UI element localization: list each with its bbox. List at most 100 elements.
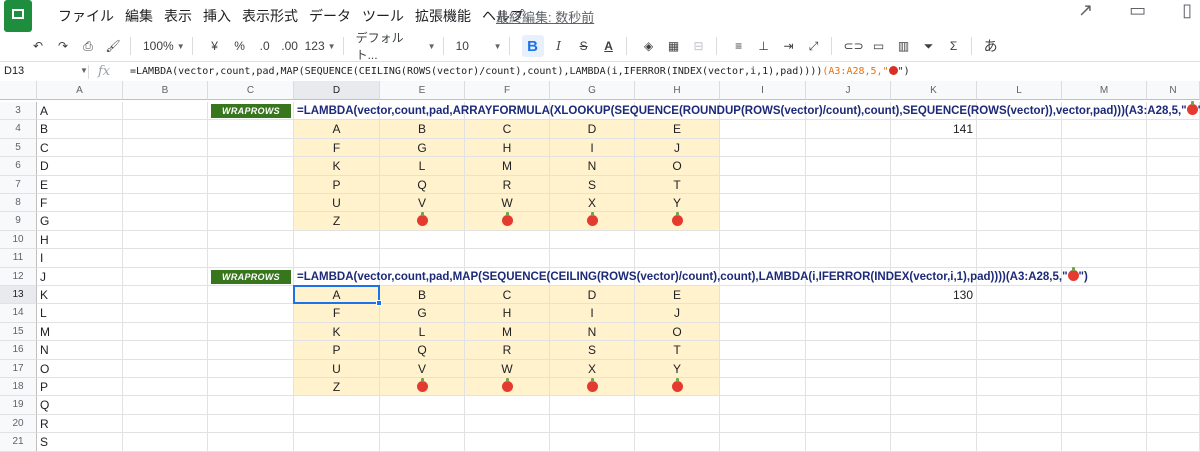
output-cell[interactable]	[635, 212, 720, 231]
font-size-select[interactable]: 10 ▼	[456, 35, 502, 57]
sheet-cell[interactable]	[208, 322, 294, 342]
sheet-cell[interactable]	[806, 212, 891, 231]
output-cell[interactable]: F	[294, 138, 380, 158]
cell-a-value[interactable]: B	[37, 120, 123, 139]
chevron-down-icon[interactable]: ▼	[80, 66, 88, 75]
formula-input[interactable]: =LAMBDA(vector,count,pad,MAP(SEQUENCE(CE…	[130, 66, 910, 77]
sheet-cell[interactable]	[465, 414, 550, 434]
menu-extensions[interactable]: 拡張機能	[415, 6, 471, 28]
output-cell[interactable]: V	[380, 194, 465, 213]
output-cell[interactable]: N	[550, 322, 635, 342]
chart-icon[interactable]: ▥	[894, 35, 914, 57]
cell-a-value[interactable]: S	[37, 433, 123, 452]
output-cell[interactable]	[465, 212, 550, 231]
output-cell[interactable]: P	[294, 341, 380, 360]
sheet-cell[interactable]	[891, 304, 977, 323]
output-cell[interactable]: I	[550, 138, 635, 158]
sheet-cell[interactable]	[806, 194, 891, 213]
sheet-cell[interactable]	[123, 341, 208, 360]
sheet-cell[interactable]	[123, 212, 208, 231]
output-cell[interactable]: B	[380, 120, 465, 139]
sheet-cell[interactable]	[977, 433, 1062, 452]
sheet-cell[interactable]	[635, 396, 720, 415]
text-color-button[interactable]: A	[599, 35, 619, 57]
sheet-cell[interactable]	[123, 120, 208, 139]
sheet-cell[interactable]	[720, 341, 806, 360]
sheet-cell[interactable]	[806, 433, 891, 452]
last-edit-link[interactable]: 最終編集: 数秒前	[496, 7, 594, 26]
sheet-cell[interactable]	[1147, 359, 1200, 378]
output-cell[interactable]: J	[635, 304, 720, 323]
output-cell[interactable]: E	[635, 286, 720, 305]
row-header[interactable]: 19	[0, 396, 37, 415]
column-header[interactable]: F	[465, 81, 550, 100]
sheets-logo[interactable]	[4, 0, 32, 32]
row-header[interactable]: 18	[0, 378, 37, 397]
align-horizontal-icon[interactable]: ≡	[729, 35, 749, 57]
sheet-cell[interactable]	[806, 175, 891, 194]
sheet-cell[interactable]	[977, 341, 1062, 360]
output-cell[interactable]	[550, 212, 635, 231]
output-cell[interactable]: W	[465, 194, 550, 213]
sheet-cell[interactable]	[208, 175, 294, 194]
row-header[interactable]: 16	[0, 341, 37, 360]
sheet-cell[interactable]	[806, 286, 891, 305]
sheet-cell[interactable]	[635, 433, 720, 452]
name-box[interactable]: D13	[4, 65, 74, 77]
sheet-cell[interactable]	[550, 414, 635, 434]
sheet-cell[interactable]	[1062, 212, 1147, 231]
output-cell[interactable]	[550, 378, 635, 397]
output-cell[interactable]: H	[465, 138, 550, 158]
output-cell[interactable]: O	[635, 322, 720, 342]
sheet-cell[interactable]	[977, 212, 1062, 231]
sheet-cell[interactable]	[1062, 359, 1147, 378]
sheet-cell[interactable]	[891, 175, 977, 194]
sheet-cell[interactable]	[720, 249, 806, 268]
sheet-cell[interactable]	[208, 304, 294, 323]
sheet-cell[interactable]	[123, 396, 208, 415]
sheet-cell[interactable]	[977, 249, 1062, 268]
row-header[interactable]: 11	[0, 249, 37, 268]
sheet-cell[interactable]	[550, 396, 635, 415]
link-icon[interactable]: ⊂⊃	[844, 35, 864, 57]
sheet-cell[interactable]	[635, 249, 720, 268]
sheet-cell[interactable]	[977, 120, 1062, 139]
filter-icon[interactable]: ⏷	[919, 35, 939, 57]
sheet-cell[interactable]	[123, 359, 208, 378]
column-header[interactable]: I	[720, 81, 806, 100]
increase-decimal-button[interactable]: .00	[280, 35, 300, 57]
sheet-cell[interactable]	[1147, 341, 1200, 360]
sheet-cell[interactable]	[208, 212, 294, 231]
column-header[interactable]: C	[208, 81, 294, 100]
sheet-cell[interactable]	[977, 175, 1062, 194]
sheet-cell[interactable]	[891, 414, 977, 434]
comments-icon[interactable]: ▭	[1129, 0, 1146, 20]
sheet-cell[interactable]	[806, 359, 891, 378]
row-header[interactable]: 10	[0, 230, 37, 250]
sheet-cell[interactable]	[123, 194, 208, 213]
output-cell[interactable]: O	[635, 157, 720, 176]
column-header[interactable]: J	[806, 81, 891, 100]
align-vertical-icon[interactable]: ⊥	[754, 35, 774, 57]
sheet-cell[interactable]	[208, 120, 294, 139]
sheet-cell[interactable]	[1062, 414, 1147, 434]
output-cell[interactable]: K	[294, 322, 380, 342]
output-cell[interactable]: Z	[294, 378, 380, 397]
sheet-cell[interactable]	[806, 378, 891, 397]
functions-icon[interactable]: Σ	[944, 35, 964, 57]
decrease-decimal-button[interactable]: .0	[255, 35, 275, 57]
sheet-cell[interactable]	[208, 378, 294, 397]
sheet-cell[interactable]	[720, 157, 806, 176]
row-header[interactable]: 17	[0, 359, 37, 378]
sheet-cell[interactable]	[1147, 286, 1200, 305]
sheet-cell[interactable]	[1147, 230, 1200, 250]
sheet-cell[interactable]	[720, 433, 806, 452]
sheet-cell[interactable]	[550, 249, 635, 268]
sheet-cell[interactable]	[1062, 157, 1147, 176]
sheet-cell[interactable]	[123, 102, 208, 121]
cell-k4[interactable]: 141	[891, 120, 977, 139]
sheet-cell[interactable]	[1147, 212, 1200, 231]
currency-button[interactable]: ¥	[205, 35, 225, 57]
sheet-cell[interactable]	[720, 359, 806, 378]
output-cell[interactable]: L	[380, 322, 465, 342]
